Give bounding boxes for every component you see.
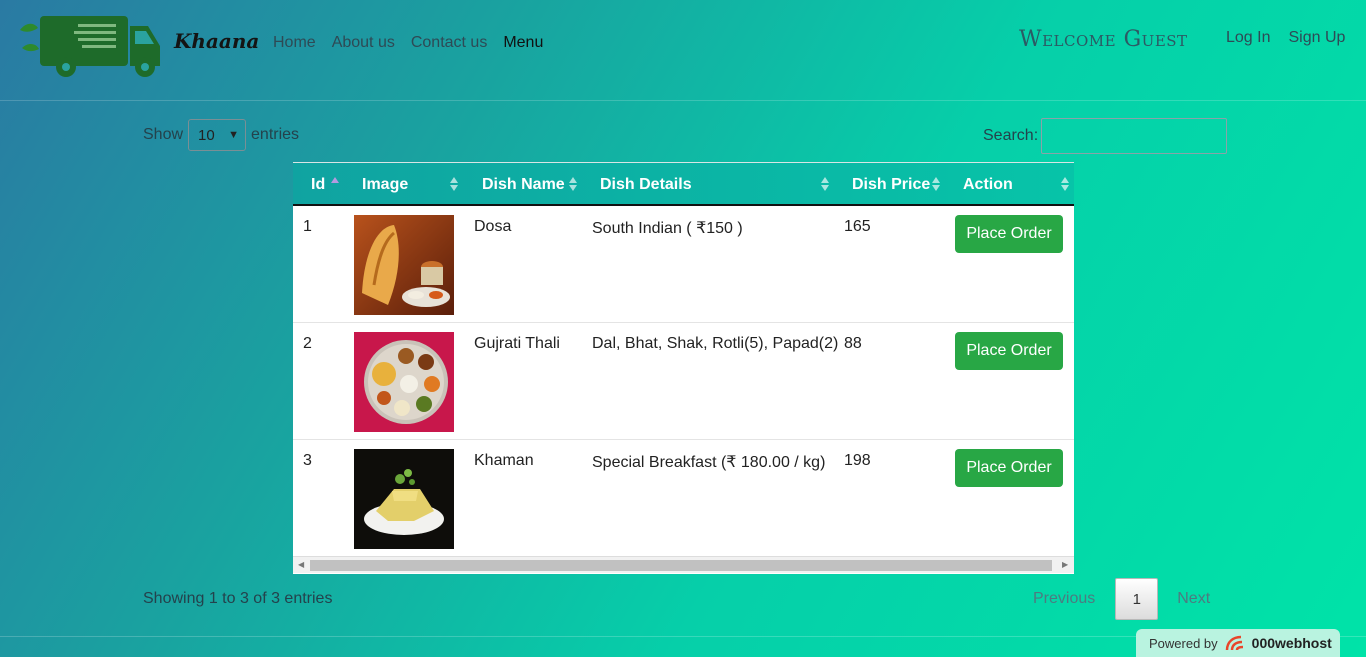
- nav-about-link[interactable]: About us: [332, 34, 395, 52]
- scroll-left-icon[interactable]: ◀: [298, 560, 304, 569]
- column-header-dish-name[interactable]: Dish Name: [482, 176, 565, 194]
- navbar: Khaana Home About us Contact us Menu Wel…: [0, 0, 1366, 101]
- column-header-id[interactable]: Id: [311, 176, 325, 194]
- search-input[interactable]: [1041, 118, 1228, 154]
- cell-id: 1: [303, 218, 312, 235]
- previous-page-button[interactable]: Previous: [1033, 590, 1095, 608]
- horizontal-scrollbar[interactable]: ◀ ▶: [293, 556, 1074, 573]
- scroll-right-icon[interactable]: ▶: [1062, 560, 1068, 569]
- nav-contact-link[interactable]: Contact us: [411, 34, 487, 52]
- place-order-button[interactable]: Place Order: [955, 449, 1063, 487]
- show-label: Show: [143, 126, 184, 143]
- search-label: Search:: [983, 127, 1039, 144]
- gujrati-thali-image: [354, 332, 454, 432]
- cell-dish-name: Khaman: [474, 452, 534, 469]
- auth-links: Log In Sign Up: [1226, 29, 1345, 47]
- table-header: Id Image Dish Name Dish Details Dish Pri…: [293, 163, 1074, 206]
- food-truck-logo-icon[interactable]: [18, 12, 164, 78]
- cell-dish-details: Dal, Bhat, Shak, Rotli(5), Papad(2): [592, 335, 839, 352]
- table-search: Search:: [983, 118, 1228, 154]
- dosa-image: [354, 215, 454, 315]
- khaman-image: [354, 449, 454, 549]
- signup-link[interactable]: Sign Up: [1288, 29, 1345, 47]
- sort-icon: [1061, 176, 1069, 192]
- entries-select-value: 10: [198, 126, 215, 144]
- entries-select[interactable]: 10 ▼: [188, 119, 247, 151]
- webhost-logo-icon: [1225, 635, 1243, 651]
- table-row: 2 Gujrati Thali Dal, Bhat, Shak, Rotli(5…: [293, 323, 1074, 440]
- column-header-image[interactable]: Image: [362, 176, 408, 194]
- column-header-action[interactable]: Action: [963, 176, 1013, 194]
- table-info: Showing 1 to 3 of 3 entries: [143, 590, 333, 607]
- sort-icon: [821, 176, 829, 192]
- entries-length-control: Show 10 ▼ entries: [143, 119, 299, 151]
- pagination: Previous 1 Next: [1033, 578, 1210, 620]
- sort-icon: [450, 176, 458, 192]
- column-header-dish-details[interactable]: Dish Details: [600, 176, 692, 194]
- powered-by-label: Powered by: [1149, 635, 1218, 651]
- powered-by-badge[interactable]: Powered by 000webhost: [1136, 629, 1340, 657]
- cell-dish-name: Gujrati Thali: [474, 335, 560, 352]
- nav-menu-link[interactable]: Menu: [503, 34, 543, 52]
- cell-dish-details: South Indian ( ₹150 ): [592, 220, 743, 237]
- webhost-brand: 000webhost: [1251, 635, 1332, 651]
- main-nav: Home About us Contact us Menu: [273, 34, 543, 52]
- nav-home-link[interactable]: Home: [273, 34, 316, 52]
- next-page-button[interactable]: Next: [1177, 590, 1210, 608]
- login-link[interactable]: Log In: [1226, 29, 1270, 47]
- cell-dish-price: 165: [844, 218, 871, 235]
- sort-icon: [932, 176, 940, 192]
- entries-label: entries: [251, 126, 300, 143]
- menu-table: Id Image Dish Name Dish Details Dish Pri…: [293, 162, 1074, 574]
- welcome-text: Welcome Guest: [1019, 27, 1188, 52]
- cell-dish-price: 88: [844, 335, 862, 352]
- place-order-button[interactable]: Place Order: [955, 215, 1063, 253]
- sort-asc-icon: [331, 176, 339, 192]
- cell-dish-name: Dosa: [474, 218, 512, 235]
- table-row: 1 Dosa South Indian ( ₹150 ) 165 Place O…: [293, 206, 1074, 323]
- chevron-down-icon: ▼: [228, 129, 240, 141]
- page-1-button[interactable]: 1: [1115, 578, 1159, 620]
- table-row: 3 Khaman Special Breakfast (₹ 180.00 / k…: [293, 440, 1074, 557]
- cell-id: 3: [303, 452, 312, 469]
- cell-id: 2: [303, 335, 312, 352]
- cell-dish-details: Special Breakfast (₹ 180.00 / kg): [592, 454, 826, 471]
- brand-name[interactable]: Khaana: [174, 29, 259, 53]
- sort-icon: [569, 176, 577, 192]
- cell-dish-price: 198: [844, 452, 871, 469]
- place-order-button[interactable]: Place Order: [955, 332, 1063, 370]
- scrollbar-thumb[interactable]: [310, 560, 1052, 571]
- column-header-dish-price[interactable]: Dish Price: [852, 176, 930, 194]
